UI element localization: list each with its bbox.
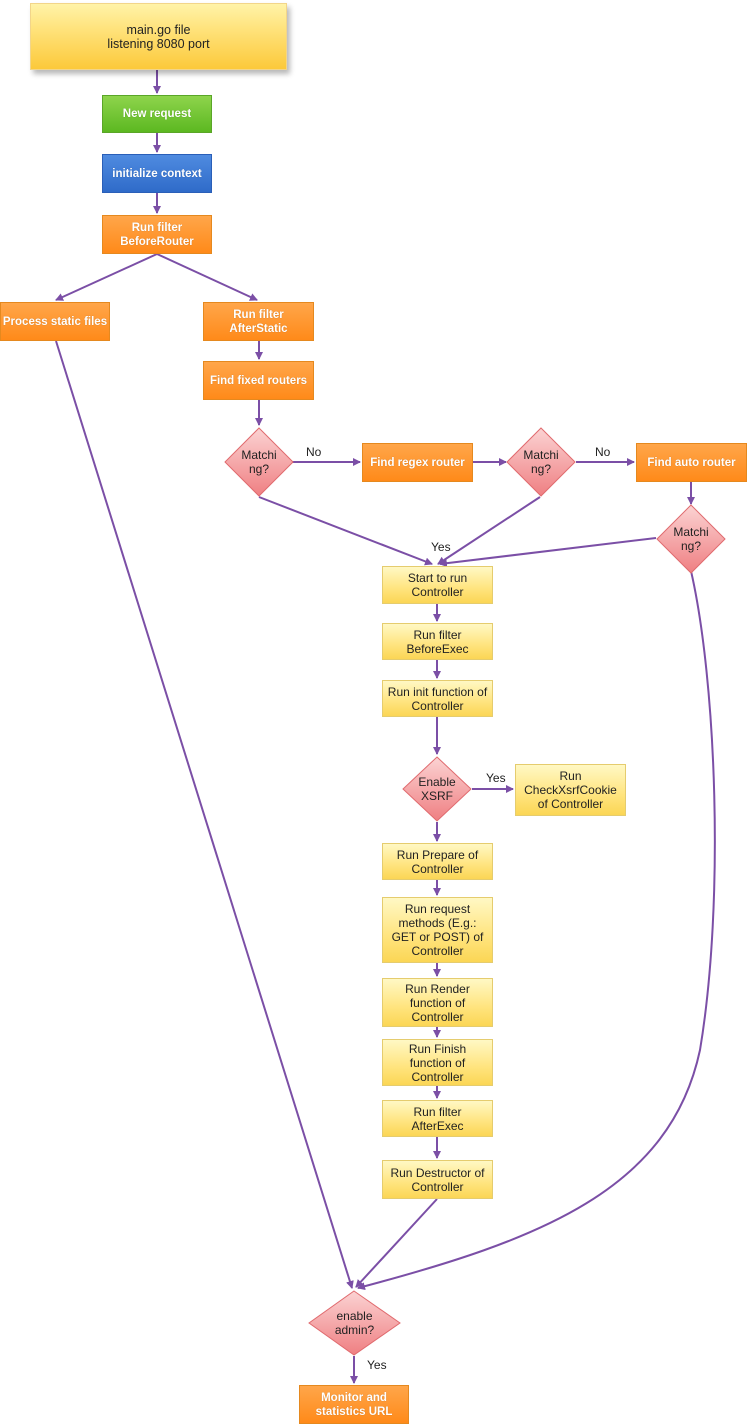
node-run-filter-after-exec-label: Run filter AfterExec (411, 1104, 464, 1133)
node-process-static-files: Process static files (0, 302, 110, 341)
node-run-prepare: Run Prepare of Controller (382, 843, 493, 880)
node-initialize-context: initialize context (102, 154, 212, 193)
node-run-filter-before-router-label: Run filter BeforeRouter (120, 221, 194, 248)
edges-layer (55, 70, 716, 1384)
node-find-auto-router: Find auto router (636, 443, 747, 482)
node-run-render-function-label: Run Render function of Controller (405, 981, 470, 1024)
edge-label-yes-matching: Yes (431, 540, 451, 554)
edge-label-yes-admin: Yes (367, 1358, 387, 1372)
node-main-go-label: main.go file listening 8080 port (107, 22, 210, 51)
node-run-filter-after-exec: Run filter AfterExec (382, 1100, 493, 1137)
decision-matching-auto: Matchi ng? (656, 504, 726, 574)
edge-match3-yes-to-start (439, 537, 657, 568)
node-run-prepare-label: Run Prepare of Controller (396, 847, 479, 876)
decision-matching-fixed-label: Matchi ng? (241, 448, 277, 476)
edge-label-no-regex: No (595, 445, 611, 459)
node-run-init-function: Run init function of Controller (382, 680, 493, 717)
node-new-request-label: New request (122, 108, 192, 120)
decision-enable-admin: enable admin? (308, 1290, 401, 1356)
node-run-filter-before-router: Run filter BeforeRouter (102, 215, 212, 254)
decision-matching-auto-label: Matchi ng? (673, 525, 709, 553)
decision-enable-xsrf: Enable XSRF (402, 756, 472, 822)
node-run-check-xsrf-cookie: Run CheckXsrfCookie of Controller (515, 764, 626, 816)
node-process-static-files-label: Process static files (2, 315, 108, 328)
node-run-request-methods: Run request methods (E.g.: GET or POST) … (382, 897, 493, 963)
decision-matching-regex-label: Matchi ng? (523, 448, 559, 476)
node-run-request-methods-label: Run request methods (E.g.: GET or POST) … (391, 902, 484, 958)
flowchart-canvas: main.go file listening 8080 port New req… (0, 0, 747, 1424)
node-find-regex-router-label: Find regex router (370, 456, 465, 469)
node-run-init-function-label: Run init function of Controller (387, 684, 488, 713)
edge-destructor-to-admin (355, 1198, 438, 1288)
node-run-filter-before-exec: Run filter BeforeExec (382, 623, 493, 660)
decision-enable-xsrf-label: Enable XSRF (418, 775, 456, 803)
node-new-request: New request (102, 95, 212, 133)
node-initialize-context-label: initialize context (112, 167, 202, 180)
node-run-check-xsrf-cookie-label: Run CheckXsrfCookie of Controller (524, 769, 617, 811)
edge-before-router-to-static (55, 253, 158, 301)
node-find-regex-router: Find regex router (362, 443, 473, 482)
node-run-finish-function: Run Finish function of Controller (382, 1039, 493, 1086)
node-start-to-run-controller: Start to run Controller (382, 566, 493, 604)
edge-label-no-fixed: No (306, 445, 322, 459)
node-find-fixed-routers-label: Find fixed routers (209, 374, 308, 387)
node-run-filter-after-static: Run filter AfterStatic (203, 302, 314, 341)
decision-enable-admin-label: enable admin? (334, 1309, 375, 1337)
node-run-filter-after-static-label: Run filter AfterStatic (229, 308, 288, 335)
node-find-fixed-routers: Find fixed routers (203, 361, 314, 400)
node-main-go: main.go file listening 8080 port (30, 3, 287, 70)
edge-match1-yes-to-start (258, 496, 433, 566)
node-run-destructor-label: Run Destructor of Controller (390, 1165, 485, 1194)
node-find-auto-router-label: Find auto router (647, 456, 736, 469)
node-run-destructor: Run Destructor of Controller (382, 1160, 493, 1199)
node-run-render-function: Run Render function of Controller (382, 978, 493, 1027)
node-run-filter-before-exec-label: Run filter BeforeExec (406, 627, 469, 656)
edge-label-yes-xsrf: Yes (486, 771, 506, 785)
node-run-finish-function-label: Run Finish function of Controller (408, 1041, 467, 1084)
node-monitor-statistics-url-label: Monitor and statistics URL (315, 1391, 393, 1418)
edge-before-router-to-after-static (156, 253, 258, 301)
decision-matching-fixed: Matchi ng? (224, 427, 294, 497)
node-start-to-run-controller-label: Start to run Controller (407, 571, 468, 599)
node-monitor-statistics-url: Monitor and statistics URL (299, 1385, 409, 1424)
decision-matching-regex: Matchi ng? (506, 427, 576, 497)
edge-static-to-admin (55, 340, 354, 1289)
edge-match2-yes-to-start (437, 496, 541, 565)
